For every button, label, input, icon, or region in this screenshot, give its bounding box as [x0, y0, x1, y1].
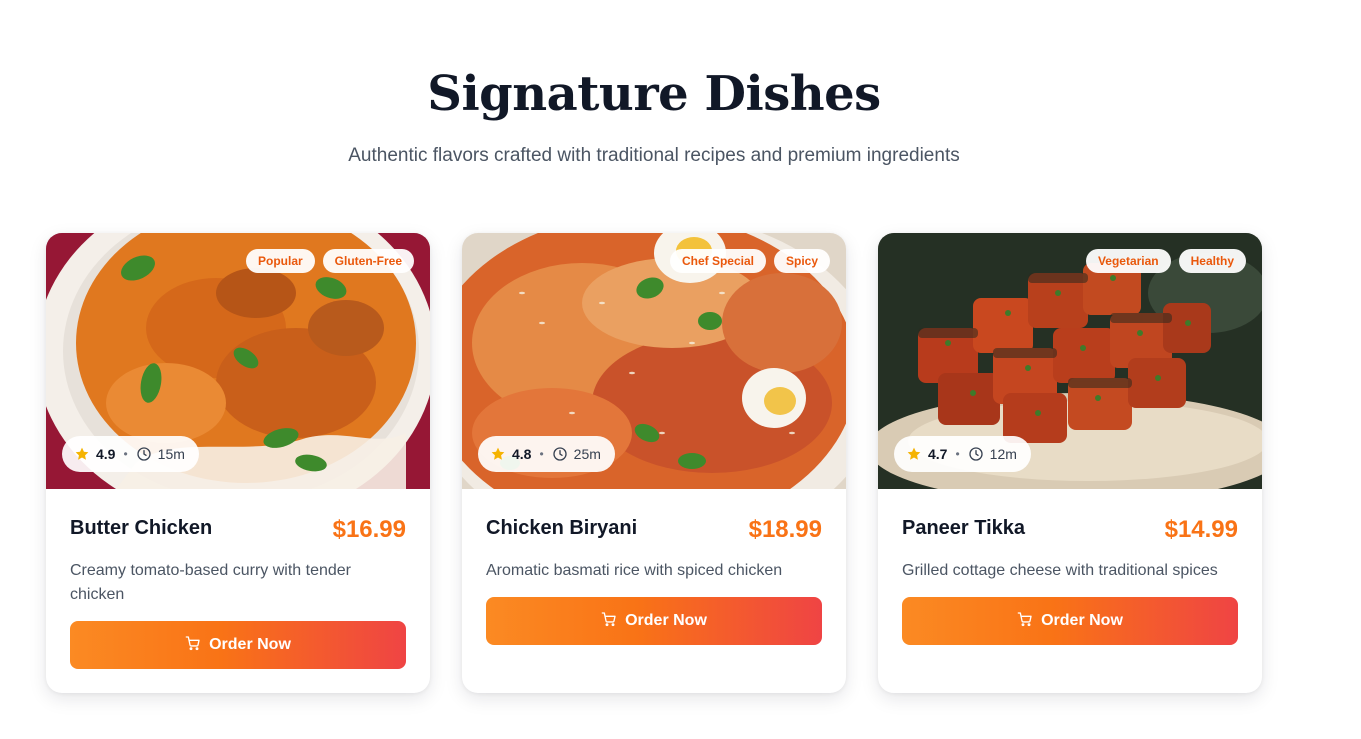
dish-price: $16.99 — [332, 516, 406, 543]
dish-description: Grilled cottage cheese with traditional … — [902, 562, 1218, 579]
dish-tags: Vegetarian Healthy — [1085, 249, 1246, 273]
dish-price: $18.99 — [748, 516, 822, 543]
tag-badge: Healthy — [1178, 249, 1246, 273]
rating-time-badge: 4.8 • 25m — [478, 436, 615, 472]
dish-card-chicken-biryani[interactable]: Chef Special Spicy 4.8 • 25m Chicken Bir… — [462, 233, 846, 693]
dish-tags: Popular Gluten-Free — [245, 249, 414, 273]
clock-icon — [136, 446, 152, 462]
dish-name: Chicken Biryani — [486, 517, 638, 539]
dish-description: Aromatic basmati rice with spiced chicke… — [486, 562, 783, 579]
tag-badge: Vegetarian — [1085, 249, 1171, 273]
prep-time: 15m — [157, 446, 185, 462]
dish-description: Creamy tomato-based curry with tender ch… — [70, 562, 351, 603]
dish-image: Vegetarian Healthy 4.7 • 12m — [878, 233, 1262, 489]
cart-icon — [601, 611, 617, 632]
tag-badge: Gluten-Free — [322, 249, 414, 273]
prep-time: 25m — [573, 446, 601, 462]
dish-image: Chef Special Spicy 4.8 • 25m — [462, 233, 846, 489]
rating-time-badge: 4.9 • 15m — [62, 436, 199, 472]
clock-icon — [552, 446, 568, 462]
cart-icon — [1017, 611, 1033, 632]
dish-name: Paneer Tikka — [902, 517, 1026, 539]
dish-card-paneer-tikka[interactable]: Vegetarian Healthy 4.7 • 12m Paneer Tikk… — [878, 233, 1262, 693]
rating-time-badge: 4.7 • 12m — [894, 436, 1031, 472]
section-title: Signature Dishes — [427, 66, 881, 122]
section-subtitle: Authentic flavors crafted with tradition… — [348, 145, 960, 166]
clock-icon — [968, 446, 984, 462]
cart-icon — [185, 635, 201, 656]
rating-value: 4.9 — [96, 446, 116, 462]
dish-price: $14.99 — [1164, 516, 1238, 543]
tag-badge: Chef Special — [669, 249, 766, 273]
tag-badge: Spicy — [773, 249, 830, 273]
dish-name: Butter Chicken — [70, 517, 213, 539]
star-icon — [906, 446, 922, 462]
order-now-button[interactable]: Order Now — [902, 597, 1238, 645]
dish-tags: Chef Special Spicy — [669, 249, 830, 273]
order-now-button[interactable]: Order Now — [70, 621, 406, 669]
separator-dot: • — [955, 447, 960, 461]
separator-dot: • — [123, 447, 128, 461]
star-icon — [490, 446, 506, 462]
tag-badge: Popular — [245, 249, 315, 273]
prep-time: 12m — [989, 446, 1017, 462]
order-now-label: Order Now — [1041, 612, 1123, 629]
order-now-label: Order Now — [209, 636, 291, 653]
separator-dot: • — [539, 447, 544, 461]
dish-card-butter-chicken[interactable]: Popular Gluten-Free 4.9 • 15m Butter Chi… — [46, 233, 430, 693]
star-icon — [74, 446, 90, 462]
order-now-label: Order Now — [625, 612, 707, 629]
order-now-button[interactable]: Order Now — [486, 597, 822, 645]
rating-value: 4.8 — [512, 446, 532, 462]
rating-value: 4.7 — [928, 446, 948, 462]
dish-image: Popular Gluten-Free 4.9 • 15m — [46, 233, 430, 489]
